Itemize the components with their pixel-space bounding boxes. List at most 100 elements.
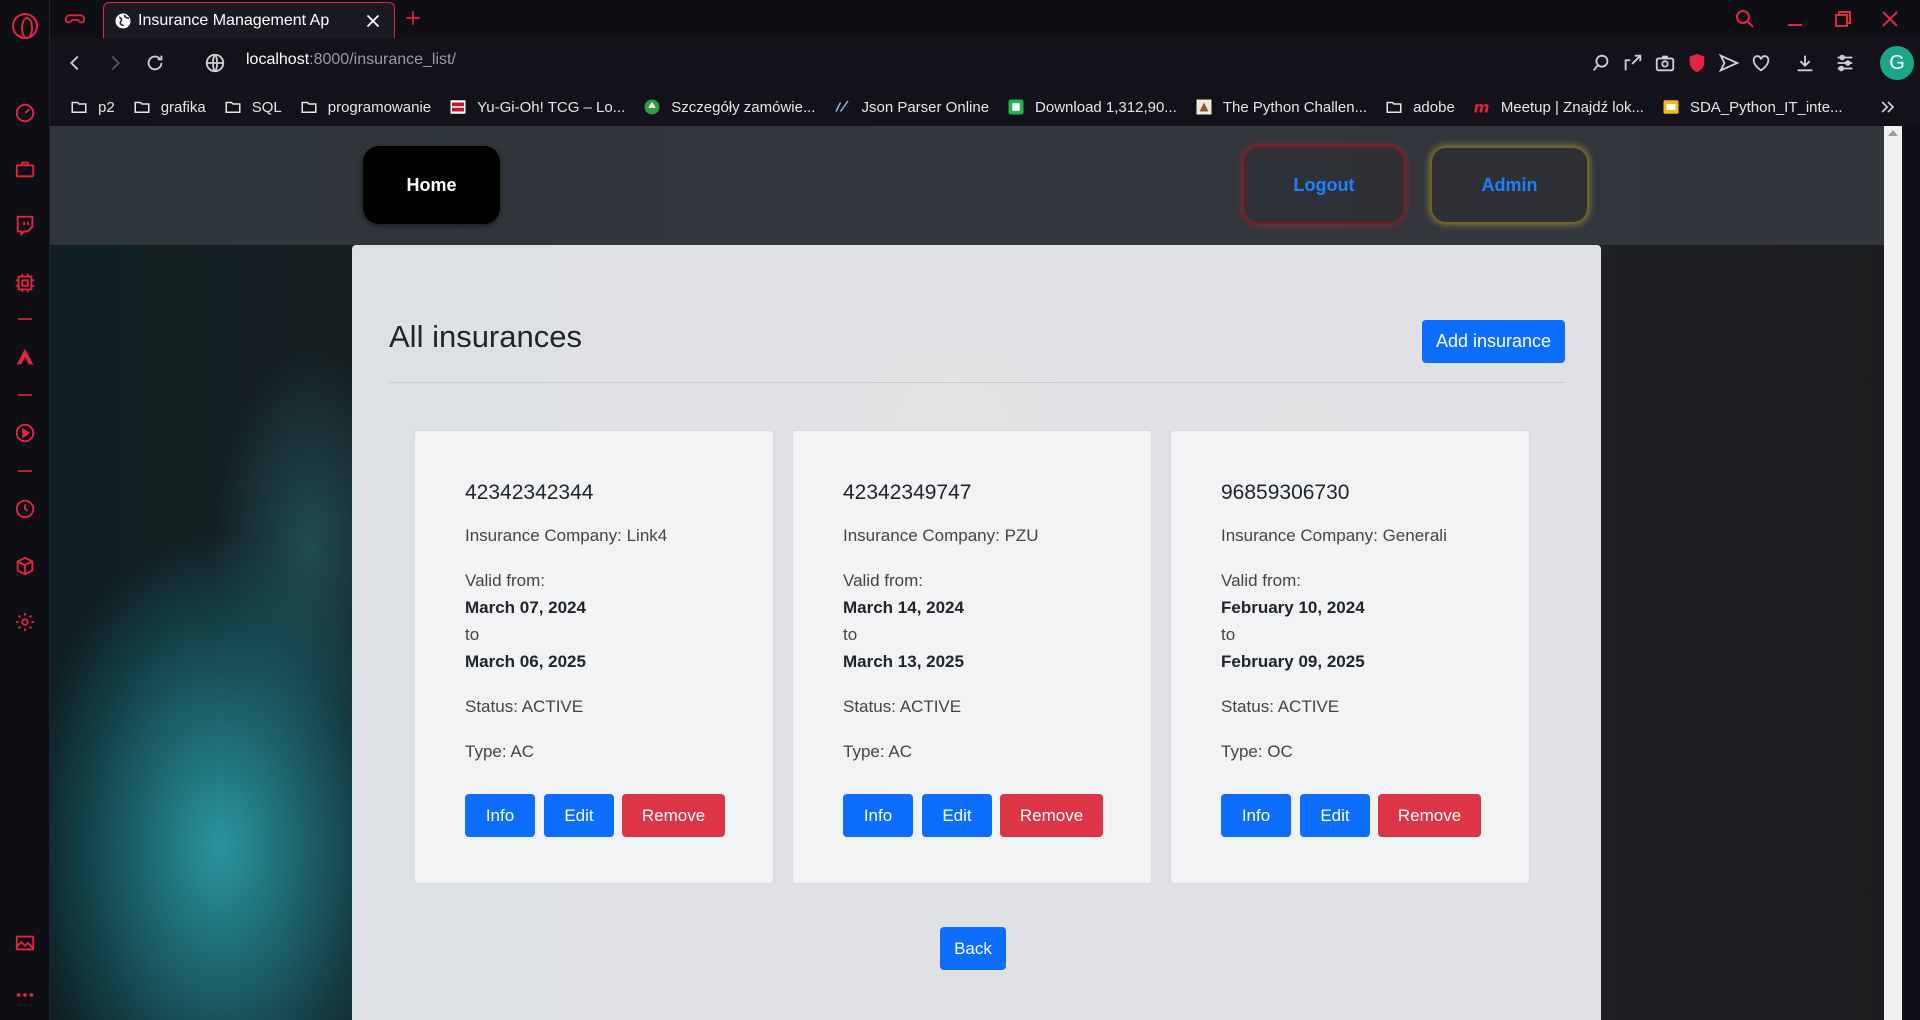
download-icon[interactable] xyxy=(1794,52,1816,74)
logout-button[interactable]: Logout xyxy=(1243,146,1405,224)
search-tabs-icon[interactable] xyxy=(1733,7,1757,31)
bookmark-item[interactable]: SDA_Python_IT_inte... xyxy=(1662,98,1843,116)
bookmark-label: Download 1,312,90... xyxy=(1035,98,1177,116)
folder-icon xyxy=(70,98,88,116)
bookmark-label: Meetup | Znajdź lok... xyxy=(1500,98,1644,116)
edit-button[interactable]: Edit xyxy=(544,794,614,837)
restore-icon[interactable] xyxy=(1831,7,1855,31)
twitch-icon[interactable] xyxy=(12,212,38,238)
policy-number: 96859306730 xyxy=(1221,481,1350,504)
close-window-icon[interactable] xyxy=(1878,7,1902,31)
aria-icon[interactable] xyxy=(12,344,38,370)
slides-favicon-icon xyxy=(1662,98,1680,116)
info-button[interactable]: Info xyxy=(843,794,913,837)
folder-icon xyxy=(133,98,151,116)
page-title: All insurances xyxy=(389,319,582,354)
url-host: localhost xyxy=(246,51,310,68)
easy-setup-icon[interactable] xyxy=(1834,52,1856,74)
folder-icon xyxy=(1385,98,1403,116)
extensions-cube-icon[interactable] xyxy=(12,553,38,579)
add-insurance-button[interactable]: Add insurance xyxy=(1422,320,1565,363)
bookmark-item[interactable]: programowanie xyxy=(300,98,431,116)
bookmark-label: Json Parser Online xyxy=(861,98,990,116)
bookmark-item[interactable]: m Meetup | Znajdź lok... xyxy=(1473,98,1644,116)
insurance-company: Insurance Company: Generali xyxy=(1221,526,1447,545)
bookmark-label: The Python Challen... xyxy=(1222,98,1368,116)
camera-snapshot-icon[interactable] xyxy=(1654,52,1676,74)
bookmarks-bar: p2 grafika SQL programowanie Yu-Gi-Oh! TCG –… xyxy=(50,88,1920,126)
more-dots-icon[interactable] xyxy=(12,982,38,1008)
gamepad-icon[interactable] xyxy=(64,8,86,30)
bookmark-label: SDA_Python_IT_inte... xyxy=(1689,98,1843,116)
player-icon[interactable] xyxy=(12,420,38,446)
minimize-icon[interactable] xyxy=(1783,7,1807,31)
speed-dial-icon[interactable] xyxy=(12,100,38,126)
valid-to-date: March 13, 2025 xyxy=(843,652,964,671)
history-icon[interactable] xyxy=(12,496,38,522)
share-icon[interactable] xyxy=(1622,52,1644,74)
bookmark-item[interactable]: SQL xyxy=(224,98,282,116)
insurances-panel: All insurances Add insurance 42342342344… xyxy=(352,245,1601,1020)
heart-icon[interactable] xyxy=(1750,52,1772,74)
new-tab-plus-icon[interactable] xyxy=(403,8,423,28)
tab-active[interactable]: Insurance Management Ap xyxy=(103,2,395,38)
briefcase-icon[interactable] xyxy=(12,156,38,182)
bookmark-item[interactable]: adobe xyxy=(1385,98,1455,116)
bookmark-item[interactable]: Download 1,312,90... xyxy=(1007,98,1177,116)
insurance-company: Insurance Company: Link4 xyxy=(465,526,668,545)
sidebar-divider xyxy=(18,394,32,396)
info-button[interactable]: Info xyxy=(465,794,535,837)
valid-from-label: Valid from: xyxy=(1221,571,1301,590)
search-page-icon[interactable] xyxy=(1590,52,1612,74)
page-scrollbar[interactable] xyxy=(1884,126,1902,1020)
policy-number: 42342349747 xyxy=(843,481,972,504)
tree-favicon-icon xyxy=(643,98,661,116)
bookmark-item[interactable]: grafika xyxy=(133,98,206,116)
reload-icon[interactable] xyxy=(144,52,166,74)
bookmarks-overflow-icon[interactable] xyxy=(1878,97,1900,117)
insurance-card: 96859306730 Insurance Company: Generali … xyxy=(1170,430,1530,884)
edit-button[interactable]: Edit xyxy=(1300,794,1370,837)
back-arrow-icon[interactable] xyxy=(64,52,86,74)
url-field[interactable]: localhost:8000/insurance_list/ xyxy=(246,51,456,69)
settings-gear-icon[interactable] xyxy=(12,609,38,635)
bookmark-item[interactable]: The Python Challen... xyxy=(1195,98,1367,116)
site-info-globe-icon[interactable] xyxy=(204,52,226,74)
remove-button[interactable]: Remove xyxy=(1378,794,1481,837)
bookmark-label: SQL xyxy=(251,98,282,116)
opera-logo-icon[interactable] xyxy=(12,13,38,39)
type-text: Type: AC xyxy=(843,742,912,761)
admin-button[interactable]: Admin xyxy=(1430,146,1589,224)
back-button[interactable]: Back xyxy=(940,927,1006,970)
shield-adblock-icon[interactable] xyxy=(1686,52,1708,74)
page-viewport: Home Logout Admin All insurances Add ins… xyxy=(50,126,1902,1020)
info-button[interactable]: Info xyxy=(1221,794,1291,837)
title-divider xyxy=(389,382,1565,383)
forward-arrow-icon[interactable] xyxy=(104,52,126,74)
svg-text:m: m xyxy=(1474,98,1490,116)
edit-button[interactable]: Edit xyxy=(922,794,992,837)
sidebar-divider xyxy=(18,470,32,472)
bookmark-item[interactable]: Szczegóły zamówie... xyxy=(643,98,815,116)
sidebar-divider xyxy=(18,318,32,320)
bookmark-item[interactable]: Yu-Gi-Oh! TCG – Lo... xyxy=(449,98,625,116)
remove-button[interactable]: Remove xyxy=(1000,794,1103,837)
scroll-up-arrow-icon[interactable] xyxy=(1888,130,1898,136)
to-label: to xyxy=(465,625,480,644)
status-text: Status: ACTIVE xyxy=(843,697,962,716)
bookmark-label: p2 xyxy=(98,98,115,116)
send-icon[interactable] xyxy=(1718,52,1740,74)
profile-avatar[interactable]: G xyxy=(1880,46,1914,80)
close-tab-icon[interactable] xyxy=(362,10,384,32)
remove-button[interactable]: Remove xyxy=(622,794,725,837)
valid-to-date: March 06, 2025 xyxy=(465,652,586,671)
cpu-limiter-icon[interactable] xyxy=(12,270,38,296)
wallpaper-icon[interactable] xyxy=(12,930,38,956)
meetup-favicon-icon: m xyxy=(1473,98,1491,116)
type-text: Type: AC xyxy=(465,742,534,761)
folder-icon xyxy=(300,98,318,116)
bookmark-item[interactable]: p2 xyxy=(70,98,115,116)
home-button[interactable]: Home xyxy=(363,146,500,224)
bookmark-item[interactable]: Json Parser Online xyxy=(833,98,989,116)
valid-to-date: February 09, 2025 xyxy=(1221,652,1365,671)
